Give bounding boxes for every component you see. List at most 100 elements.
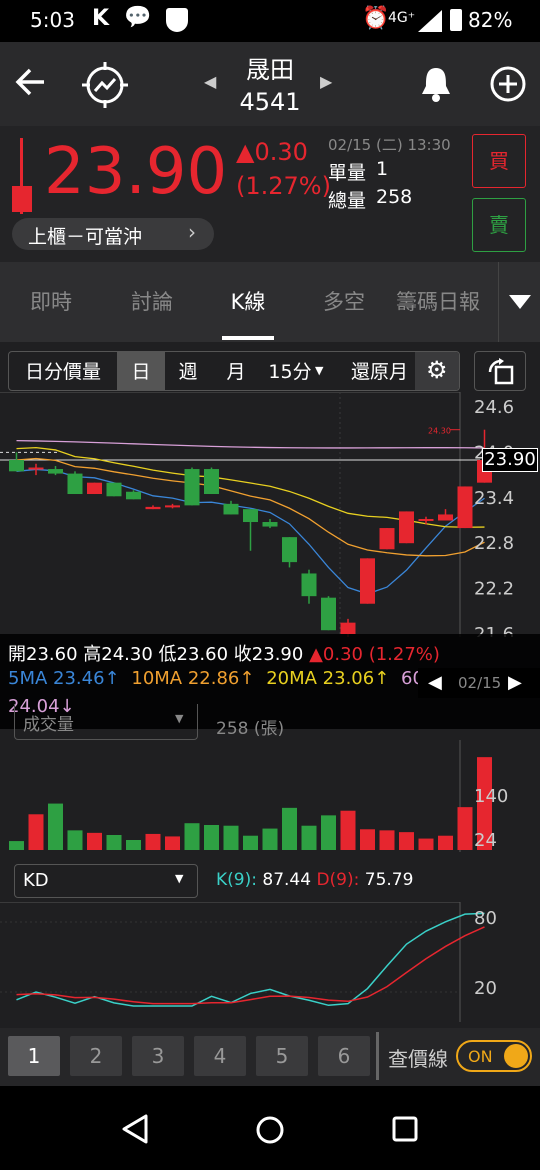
next-stock-arrow-icon[interactable]: ▶	[320, 72, 332, 91]
adjust-price-option[interactable]: 還原月	[351, 352, 415, 390]
quote-panel: 23.90 ▲0.30 (1.27%) 02/15 (二) 13:30 單量 1…	[0, 126, 540, 262]
shield-icon	[166, 8, 188, 32]
bell-icon[interactable]	[418, 64, 454, 104]
period-toolbar: 日分價量 日 週 月 15分 ▼ 還原月 ⚙	[8, 351, 460, 391]
page-button-5[interactable]: 5	[256, 1036, 308, 1076]
tab-realtime[interactable]: 即時	[0, 262, 102, 342]
cursor-date: 02/15	[458, 674, 502, 692]
clock: 5:03	[30, 8, 75, 32]
ma5-legend: 5MA 23.46↑	[8, 668, 120, 689]
quote-datetime: 02/15 (二) 13:30	[328, 136, 451, 154]
alarm-icon: ⏰	[362, 6, 390, 31]
battery-icon	[450, 9, 462, 31]
indicator-selector[interactable]: KD ▼	[14, 864, 198, 898]
ohlc-open: 開23.60	[8, 644, 78, 665]
candlestick-chart[interactable]: 24.624.023.422.822.221.621.024.30	[0, 392, 540, 637]
back-arrow-icon[interactable]	[14, 64, 50, 100]
candle	[223, 500, 239, 515]
volume-bar	[360, 829, 375, 850]
volume-bar	[379, 830, 395, 850]
price-line-toggle[interactable]: ON	[456, 1040, 532, 1072]
candle-body	[106, 482, 122, 497]
divider	[376, 1032, 379, 1080]
volume-bar	[457, 807, 473, 850]
ohlc-close: 收23.90	[233, 644, 304, 665]
period-dropdown-caret-icon: ▼	[315, 364, 324, 377]
candle	[301, 569, 317, 604]
date-next-arrow-icon[interactable]: ▶	[508, 672, 522, 693]
candle	[321, 596, 336, 631]
page-button-6[interactable]: 6	[318, 1036, 370, 1076]
prev-stock-arrow-icon[interactable]: ◀	[204, 72, 216, 91]
ma60-line	[16, 439, 485, 449]
volume-selector[interactable]: 成交量 ▼	[14, 704, 198, 740]
volume-bar	[126, 840, 141, 850]
candle-body	[457, 486, 473, 529]
candle	[438, 509, 453, 521]
volume-bar	[28, 814, 44, 850]
signal-icon	[418, 10, 442, 32]
date-prev-arrow-icon[interactable]: ◀	[428, 672, 442, 693]
tab-bull-bear[interactable]: 多空	[294, 262, 394, 342]
nav-recents-icon[interactable]	[390, 1114, 420, 1144]
page-button-4[interactable]: 4	[194, 1036, 246, 1076]
indicator-caret-icon: ▼	[175, 872, 184, 885]
candle-body	[418, 518, 434, 521]
unit-volume-label: 單量	[328, 162, 367, 184]
volume-chart[interactable]	[0, 740, 540, 852]
candle-body	[223, 503, 239, 515]
price-line-label: 查價線	[388, 1047, 448, 1071]
candle	[28, 463, 44, 476]
period-week[interactable]: 週	[167, 352, 209, 390]
candle	[379, 528, 395, 550]
chart-settings-button[interactable]: ⚙	[415, 352, 459, 390]
d-value: 75.79	[364, 870, 414, 890]
kd-chart[interactable]	[0, 902, 540, 1022]
k-label: K(9):	[216, 870, 257, 890]
period-intraday-volume[interactable]: 日分價量	[9, 352, 117, 390]
trend-target-icon[interactable]	[80, 60, 130, 110]
volume-bar	[204, 825, 219, 850]
price-axis-label: 22.2	[474, 579, 514, 600]
candle	[399, 511, 414, 544]
last-price-label: 23.90	[482, 448, 538, 472]
volume-bar	[165, 836, 180, 850]
nav-home-icon[interactable]	[254, 1114, 286, 1146]
date-navigator: ◀ 02/15 ▶	[418, 668, 540, 698]
tab-chips-daily[interactable]: 籌碼日報	[394, 262, 498, 342]
chat-icon: 💬	[124, 5, 152, 30]
candle	[282, 537, 297, 568]
volume-value: 258 (張)	[216, 719, 285, 739]
nav-back-icon[interactable]	[120, 1114, 150, 1144]
candle-body	[87, 482, 102, 495]
period-15min[interactable]: 15分	[265, 352, 315, 390]
candle	[243, 509, 258, 551]
candle	[145, 505, 161, 510]
price-axis-label: 24.6	[474, 397, 514, 418]
market-badge[interactable]: 上櫃－可當沖 ›	[12, 218, 214, 250]
page-button-2[interactable]: 2	[70, 1036, 122, 1076]
tabs-more-button[interactable]	[498, 262, 540, 342]
period-day[interactable]: 日	[117, 352, 165, 390]
sell-button[interactable]: 賣	[472, 198, 526, 252]
network-type: 4G⁺	[388, 10, 416, 26]
candle-body	[243, 509, 258, 523]
candle-body	[340, 622, 356, 634]
add-icon[interactable]	[488, 64, 528, 104]
buy-button[interactable]: 買	[472, 134, 526, 188]
candle-body	[48, 469, 63, 474]
page-button-3[interactable]: 3	[132, 1036, 184, 1076]
tab-kline[interactable]: K線	[202, 262, 294, 342]
volume-bar	[243, 835, 258, 850]
ma-legend: 5MA 23.46↑ 10MA 22.86↑ 20MA 23.06↑ 60MA	[8, 668, 452, 689]
period-month[interactable]: 月	[215, 352, 257, 390]
page-button-1[interactable]: 1	[8, 1036, 60, 1076]
volume-bar	[9, 841, 24, 850]
kd-axis-20: 20	[474, 978, 497, 999]
price-candle-icon	[12, 138, 32, 214]
candle	[457, 486, 473, 529]
rotate-icon	[488, 358, 514, 385]
rotate-screen-button[interactable]	[474, 351, 526, 391]
tab-discussion[interactable]: 討論	[102, 262, 202, 342]
stock-code: 4541	[239, 88, 301, 116]
